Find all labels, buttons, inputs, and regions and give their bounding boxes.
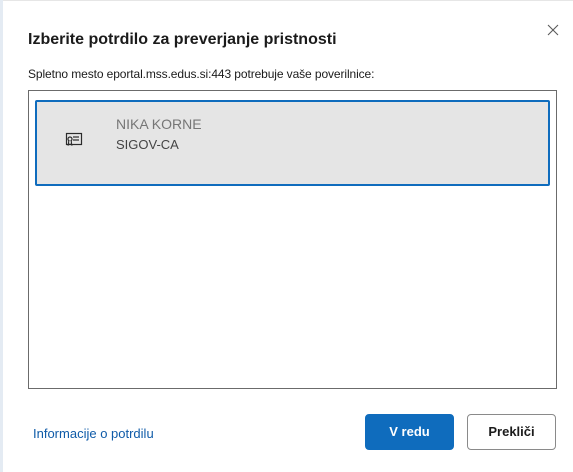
cancel-button[interactable]: Prekliči	[467, 414, 556, 450]
window-edge	[0, 0, 3, 472]
certificate-issuer: SIGOV-CA	[116, 137, 179, 152]
certificate-icon	[65, 132, 83, 147]
top-divider	[0, 0, 573, 1]
certificate-dialog: Izberite potrdilo za preverjanje pristno…	[0, 0, 573, 472]
ok-button[interactable]: V redu	[365, 414, 454, 450]
certificate-name: NIKA KORNE	[116, 116, 202, 132]
close-icon	[547, 24, 559, 36]
certificate-list[interactable]: NIKA KORNE SIGOV-CA	[28, 90, 557, 389]
certificate-info-link[interactable]: Informacije o potrdilu	[33, 426, 154, 441]
dialog-subtitle: Spletno mesto eportal.mss.edus.si:443 po…	[28, 67, 375, 81]
certificate-item-nika-korne[interactable]: NIKA KORNE SIGOV-CA	[35, 100, 550, 186]
close-button[interactable]	[543, 20, 563, 40]
dialog-title: Izberite potrdilo za preverjanje pristno…	[28, 31, 337, 48]
